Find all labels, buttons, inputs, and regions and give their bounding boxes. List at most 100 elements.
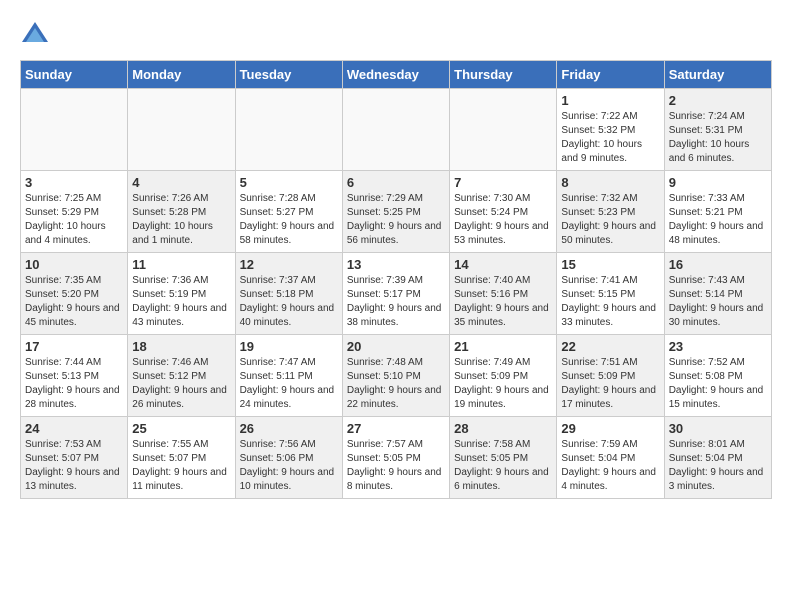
day-info: Sunrise: 7:47 AM Sunset: 5:11 PM Dayligh… [240,356,338,412]
day-info: Sunrise: 7:53 AM Sunset: 5:07 PM Dayligh… [25,438,123,494]
day-info: Sunrise: 7:22 AM Sunset: 5:32 PM Dayligh… [561,110,659,166]
calendar-cell: 1 Sunrise: 7:22 AM Sunset: 5:32 PM Daylig… [557,89,664,171]
calendar-cell: 15Sunrise: 7:41 AM Sunset: 5:15 PM Dayli… [557,253,664,335]
calendar-cell: 5 Sunrise: 7:28 AM Sunset: 5:27 PM Daylig… [235,171,342,253]
day-number: 14 [454,257,552,272]
calendar-cell: 8 Sunrise: 7:32 AM Sunset: 5:23 PM Daylig… [557,171,664,253]
day-number: 26 [240,421,338,436]
day-info: Sunrise: 7:35 AM Sunset: 5:20 PM Dayligh… [25,274,123,330]
day-number: 30 [669,421,767,436]
day-info: Sunrise: 7:26 AM Sunset: 5:28 PM Dayligh… [132,192,230,248]
day-number: 17 [25,339,123,354]
day-info: Sunrise: 7:49 AM Sunset: 5:09 PM Dayligh… [454,356,552,412]
day-info: Sunrise: 7:48 AM Sunset: 5:10 PM Dayligh… [347,356,445,412]
day-number: 5 [240,175,338,190]
day-info: Sunrise: 7:41 AM Sunset: 5:15 PM Dayligh… [561,274,659,330]
calendar-cell: 13 Sunrise: 7:39 AM Sunset: 5:17 PM Dayli… [342,253,449,335]
calendar-cell [235,89,342,171]
calendar-cell: 30 Sunrise: 8:01 AM Sunset: 5:04 PM Dayli… [664,417,771,499]
calendar-week-row: 1 Sunrise: 7:22 AM Sunset: 5:32 PM Daylig… [21,89,772,171]
calendar-cell: 7 Sunrise: 7:30 AM Sunset: 5:24 PM Daylig… [450,171,557,253]
day-info: Sunrise: 7:43 AM Sunset: 5:14 PM Dayligh… [669,274,767,330]
day-number: 10 [25,257,123,272]
day-number: 19 [240,339,338,354]
day-number: 16 [669,257,767,272]
day-number: 3 [25,175,123,190]
calendar-cell: 2 Sunrise: 7:24 AM Sunset: 5:31 PM Daylig… [664,89,771,171]
calendar-cell: 25 Sunrise: 7:55 AM Sunset: 5:07 PM Dayli… [128,417,235,499]
calendar-table: SundayMondayTuesdayWednesdayThursdayFrid… [20,60,772,499]
calendar-cell [128,89,235,171]
day-number: 27 [347,421,445,436]
weekday-header: Monday [128,61,235,89]
day-info: Sunrise: 7:30 AM Sunset: 5:24 PM Dayligh… [454,192,552,248]
day-number: 8 [561,175,659,190]
calendar-cell: 29 Sunrise: 7:59 AM Sunset: 5:04 PM Dayli… [557,417,664,499]
day-number: 24 [25,421,123,436]
day-info: Sunrise: 7:33 AM Sunset: 5:21 PM Dayligh… [669,192,767,248]
weekday-header: Thursday [450,61,557,89]
logo [20,20,55,50]
calendar-cell: 16 Sunrise: 7:43 AM Sunset: 5:14 PM Dayli… [664,253,771,335]
calendar-cell [21,89,128,171]
day-number: 1 [561,93,659,108]
day-number: 11 [132,257,230,272]
day-info: Sunrise: 7:52 AM Sunset: 5:08 PM Dayligh… [669,356,767,412]
day-number: 7 [454,175,552,190]
calendar-cell: 28Sunrise: 7:58 AM Sunset: 5:05 PM Dayli… [450,417,557,499]
logo-icon [20,20,50,50]
day-number: 20 [347,339,445,354]
day-number: 28 [454,421,552,436]
calendar-week-row: 24 Sunrise: 7:53 AM Sunset: 5:07 PM Dayli… [21,417,772,499]
day-number: 13 [347,257,445,272]
day-info: Sunrise: 7:57 AM Sunset: 5:05 PM Dayligh… [347,438,445,494]
calendar-cell: 12 Sunrise: 7:37 AM Sunset: 5:18 PM Dayli… [235,253,342,335]
day-info: Sunrise: 7:36 AM Sunset: 5:19 PM Dayligh… [132,274,230,330]
calendar-cell: 18Sunrise: 7:46 AM Sunset: 5:12 PM Dayli… [128,335,235,417]
calendar-week-row: 10 Sunrise: 7:35 AM Sunset: 5:20 PM Dayli… [21,253,772,335]
day-number: 23 [669,339,767,354]
calendar-cell: 10 Sunrise: 7:35 AM Sunset: 5:20 PM Dayli… [21,253,128,335]
calendar-week-row: 17Sunrise: 7:44 AM Sunset: 5:13 PM Dayli… [21,335,772,417]
weekday-header: Sunday [21,61,128,89]
day-info: Sunrise: 7:37 AM Sunset: 5:18 PM Dayligh… [240,274,338,330]
day-info: Sunrise: 7:59 AM Sunset: 5:04 PM Dayligh… [561,438,659,494]
day-number: 22 [561,339,659,354]
day-info: Sunrise: 7:56 AM Sunset: 5:06 PM Dayligh… [240,438,338,494]
calendar-cell: 9 Sunrise: 7:33 AM Sunset: 5:21 PM Daylig… [664,171,771,253]
day-number: 25 [132,421,230,436]
calendar-cell [342,89,449,171]
calendar-cell: 22 Sunrise: 7:51 AM Sunset: 5:09 PM Dayli… [557,335,664,417]
weekday-header: Tuesday [235,61,342,89]
calendar-header: SundayMondayTuesdayWednesdayThursdayFrid… [21,61,772,89]
calendar-cell: 3Sunrise: 7:25 AM Sunset: 5:29 PM Daylig… [21,171,128,253]
day-info: Sunrise: 7:28 AM Sunset: 5:27 PM Dayligh… [240,192,338,248]
day-number: 9 [669,175,767,190]
calendar-week-row: 3Sunrise: 7:25 AM Sunset: 5:29 PM Daylig… [21,171,772,253]
calendar-cell: 6Sunrise: 7:29 AM Sunset: 5:25 PM Daylig… [342,171,449,253]
day-number: 29 [561,421,659,436]
weekday-header: Friday [557,61,664,89]
calendar-cell: 27 Sunrise: 7:57 AM Sunset: 5:05 PM Dayli… [342,417,449,499]
day-info: Sunrise: 7:24 AM Sunset: 5:31 PM Dayligh… [669,110,767,166]
day-info: Sunrise: 7:51 AM Sunset: 5:09 PM Dayligh… [561,356,659,412]
day-number: 4 [132,175,230,190]
weekday-header: Wednesday [342,61,449,89]
calendar-cell: 4 Sunrise: 7:26 AM Sunset: 5:28 PM Daylig… [128,171,235,253]
day-info: Sunrise: 8:01 AM Sunset: 5:04 PM Dayligh… [669,438,767,494]
day-number: 6 [347,175,445,190]
calendar-cell [450,89,557,171]
calendar-cell: 26 Sunrise: 7:56 AM Sunset: 5:06 PM Dayli… [235,417,342,499]
day-number: 18 [132,339,230,354]
calendar-cell: 21 Sunrise: 7:49 AM Sunset: 5:09 PM Dayli… [450,335,557,417]
page-header [20,20,772,50]
weekday-header: Saturday [664,61,771,89]
day-number: 2 [669,93,767,108]
day-info: Sunrise: 7:32 AM Sunset: 5:23 PM Dayligh… [561,192,659,248]
day-number: 12 [240,257,338,272]
day-info: Sunrise: 7:55 AM Sunset: 5:07 PM Dayligh… [132,438,230,494]
calendar-cell: 17Sunrise: 7:44 AM Sunset: 5:13 PM Dayli… [21,335,128,417]
calendar-cell: 19 Sunrise: 7:47 AM Sunset: 5:11 PM Dayli… [235,335,342,417]
day-number: 21 [454,339,552,354]
day-info: Sunrise: 7:39 AM Sunset: 5:17 PM Dayligh… [347,274,445,330]
